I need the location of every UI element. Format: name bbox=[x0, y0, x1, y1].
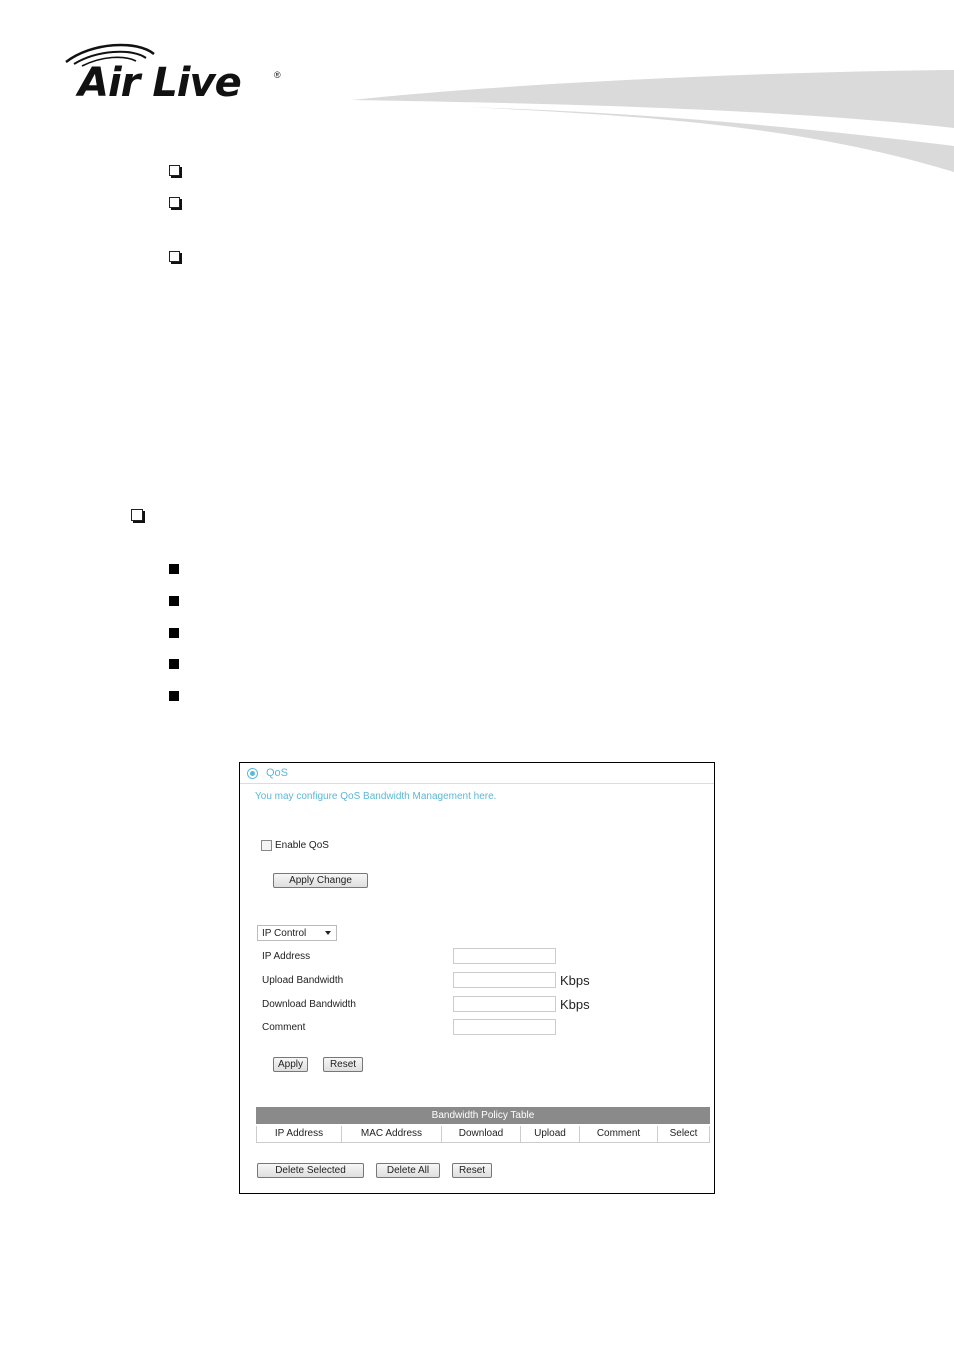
sub-list-bullet bbox=[169, 628, 179, 638]
enable-qos-checkbox[interactable] bbox=[261, 840, 272, 851]
download-bandwidth-label: Download Bandwidth bbox=[262, 999, 356, 1010]
sub-list-bullet bbox=[169, 691, 179, 701]
delete-all-button[interactable]: Delete All bbox=[376, 1163, 440, 1178]
upload-bandwidth-label: Upload Bandwidth bbox=[262, 975, 344, 986]
column-upload: Upload bbox=[520, 1126, 579, 1142]
delete-selected-button[interactable]: Delete Selected bbox=[257, 1163, 364, 1178]
list-bullet bbox=[169, 251, 180, 262]
apply-button[interactable]: Apply bbox=[273, 1057, 308, 1072]
column-select: Select bbox=[657, 1126, 710, 1142]
download-unit: Kbps bbox=[560, 997, 590, 1012]
header-swoosh-graphic bbox=[352, 70, 954, 172]
reset-button[interactable]: Reset bbox=[323, 1057, 363, 1072]
bandwidth-policy-table-header: IP Address MAC Address Download Upload C… bbox=[256, 1126, 710, 1143]
logo-wordmark: Air Live bbox=[78, 60, 242, 106]
column-mac-address: MAC Address bbox=[341, 1126, 441, 1142]
sub-list-bullet bbox=[169, 659, 179, 669]
dropdown-arrow-icon bbox=[325, 931, 331, 935]
qos-title: QoS bbox=[266, 767, 289, 779]
download-bandwidth-input[interactable] bbox=[453, 996, 556, 1012]
sub-list-bullet bbox=[169, 596, 179, 606]
control-type-value: IP Control bbox=[262, 928, 307, 939]
section-bullet bbox=[131, 509, 143, 521]
upload-unit: Kbps bbox=[560, 973, 590, 988]
column-download: Download bbox=[441, 1126, 520, 1142]
target-icon bbox=[247, 768, 258, 779]
qos-header: QoS bbox=[240, 763, 714, 784]
list-bullet bbox=[169, 165, 180, 176]
airlive-logo: Air Live ® bbox=[62, 40, 292, 110]
comment-input[interactable] bbox=[453, 1019, 556, 1035]
list-bullet bbox=[169, 197, 180, 208]
bandwidth-policy-table-title: Bandwidth Policy Table bbox=[256, 1107, 710, 1124]
column-ip-address: IP Address bbox=[256, 1126, 341, 1142]
qos-screenshot-panel: QoS You may configure QoS Bandwidth Mana… bbox=[239, 762, 715, 1194]
registered-mark: ® bbox=[274, 70, 281, 80]
upload-bandwidth-input[interactable] bbox=[453, 972, 556, 988]
ip-address-label: IP Address bbox=[262, 951, 311, 962]
control-type-select[interactable]: IP Control bbox=[257, 925, 337, 941]
comment-label: Comment bbox=[262, 1022, 306, 1033]
qos-description: You may configure QoS Bandwidth Manageme… bbox=[255, 791, 497, 802]
enable-qos-label: Enable QoS bbox=[275, 840, 329, 851]
table-reset-button[interactable]: Reset bbox=[452, 1163, 492, 1178]
ip-address-input[interactable] bbox=[453, 948, 556, 964]
column-comment: Comment bbox=[579, 1126, 657, 1142]
apply-change-button[interactable]: Apply Change bbox=[273, 873, 368, 888]
sub-list-bullet bbox=[169, 564, 179, 574]
